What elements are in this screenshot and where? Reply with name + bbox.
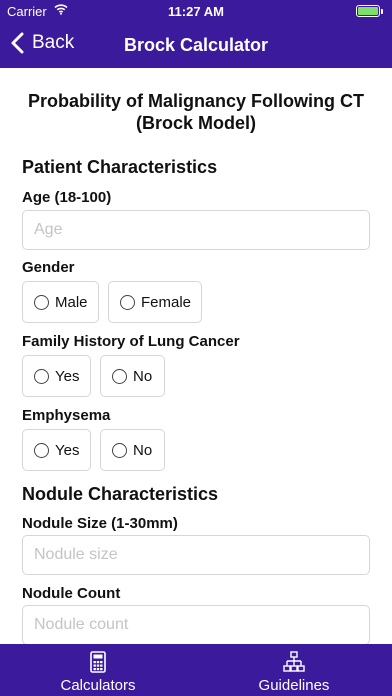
family-history-option-no[interactable]: No [100, 355, 165, 397]
tab-guidelines[interactable]: Guidelines [196, 644, 392, 696]
calculator-form[interactable]: Probability of Malignancy Following CT (… [0, 68, 392, 644]
patient-section-title: Patient Characteristics [22, 157, 218, 177]
page-title: Probability of Malignancy Following CT (… [16, 90, 376, 134]
radio-icon [34, 442, 49, 458]
nodule-count-input[interactable] [22, 605, 370, 644]
emphysema-option-yes[interactable]: Yes [22, 429, 91, 471]
family-history-option-no-label: No [133, 367, 153, 385]
radio-icon [112, 368, 127, 384]
age-input[interactable] [22, 210, 370, 250]
family-history-option-yes-label: Yes [55, 367, 80, 385]
family-history-option-yes[interactable]: Yes [22, 355, 91, 397]
family-history-label: Family History of Lung Cancer [22, 333, 240, 350]
battery-level [358, 7, 378, 15]
status-bar: Carrier 11:27 AM [0, 0, 392, 22]
age-label: Age (18-100) [22, 189, 112, 206]
battery-icon [356, 5, 383, 17]
page-title-line-1: Probability of Malignancy Following CT [27, 91, 364, 111]
gender-option-female[interactable]: Female [108, 281, 202, 323]
radio-icon [34, 294, 49, 310]
tab-bar: Calculators Guidelines [0, 644, 392, 696]
nodule-size-input[interactable] [22, 535, 370, 575]
nodule-section-title: Nodule Characteristics [22, 484, 219, 504]
tab-calculators[interactable]: Calculators [0, 644, 196, 696]
chevron-left-icon [11, 32, 24, 54]
nodule-count-label: Nodule Count [22, 585, 121, 602]
radio-icon [120, 294, 135, 310]
radio-icon [112, 442, 127, 458]
calculator-icon [90, 651, 106, 673]
back-button[interactable]: Back [10, 32, 74, 54]
gender-option-male[interactable]: Male [22, 281, 99, 323]
emphysema-option-no[interactable]: No [100, 429, 165, 471]
gender-option-male-label: Male [55, 293, 88, 311]
page-title-line-2: (Brock Model) [135, 113, 256, 133]
radio-icon [34, 368, 49, 384]
gender-option-female-label: Female [141, 293, 192, 311]
tab-guidelines-label: Guidelines [258, 677, 330, 694]
back-label: Back [32, 32, 75, 53]
emphysema-label: Emphysema [22, 407, 111, 424]
nodule-size-label: Nodule Size (1-30mm) [22, 515, 178, 532]
gender-label: Gender [22, 259, 75, 276]
tab-calculators-label: Calculators [60, 677, 136, 694]
hierarchy-icon [283, 651, 305, 672]
emphysema-option-yes-label: Yes [55, 441, 80, 459]
status-time: 11:27 AM [168, 4, 224, 19]
navigation-bar: Back Brock Calculator [0, 22, 392, 68]
emphysema-option-no-label: No [133, 441, 153, 459]
